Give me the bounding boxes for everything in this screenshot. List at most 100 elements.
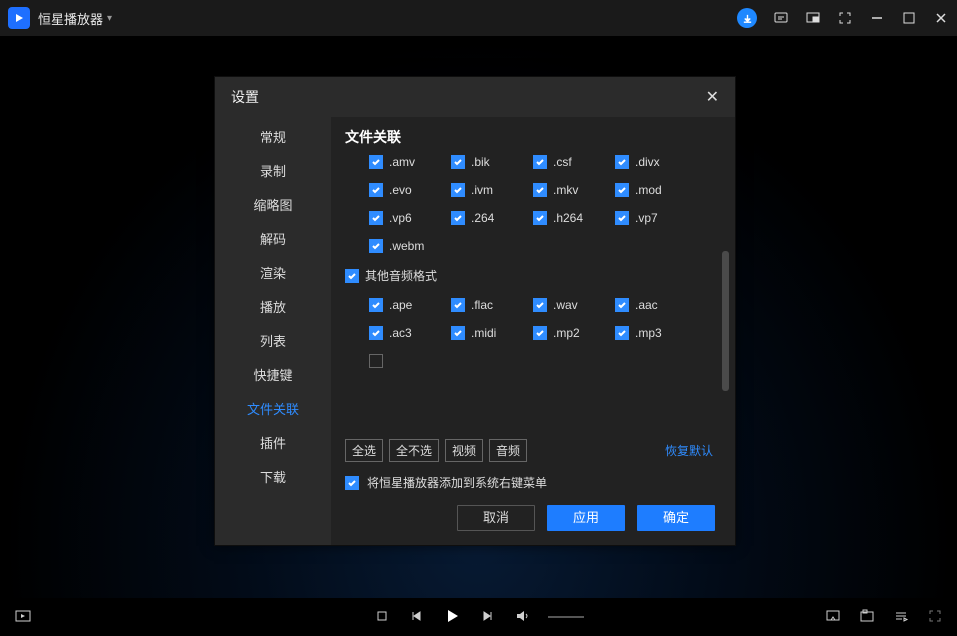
sidebar-item-playback[interactable]: 播放 [215,291,331,325]
assoc-row [345,354,715,368]
download-badge[interactable] [737,8,757,28]
prev-icon[interactable] [408,608,424,627]
sidebar-item-file-assoc[interactable]: 文件关联 [215,393,331,427]
sidebar-item-record[interactable]: 录制 [215,155,331,189]
assoc-row: .amv .bik .csf .divx [345,155,715,169]
checkbox[interactable] [369,239,383,253]
ext-label: .midi [471,326,496,340]
assoc-row: .ape .flac .wav .aac [345,298,715,312]
download-icon [742,13,753,24]
filter-row: 全选 全不选 视频 音频 恢复默认 [331,433,735,474]
snapshot-icon[interactable] [859,608,875,627]
dialog-body: 常规 录制 缩略图 解码 渲染 播放 列表 快捷键 文件关联 插件 下载 文件关… [215,117,735,545]
context-menu-label: 将恒星播放器添加到系统右键菜单 [367,474,547,491]
checkbox[interactable] [533,183,547,197]
checkbox[interactable] [369,155,383,169]
assoc-scroll: .amv .bik .csf .divx .evo .ivm .mkv .mod… [345,155,729,433]
dialog-header: 设置 ✕ [215,77,735,117]
filter-none-button[interactable]: 全不选 [389,439,439,462]
open-file-icon[interactable] [14,607,32,628]
filter-audio-button[interactable]: 音频 [489,439,527,462]
assoc-row: .webm [345,239,715,253]
ext-label: .mp2 [553,326,580,340]
sidebar-item-plugin[interactable]: 插件 [215,427,331,461]
dialog-title: 设置 [231,87,259,107]
checkbox[interactable] [369,326,383,340]
checkbox[interactable] [615,211,629,225]
ext-label: .evo [389,183,412,197]
checkbox[interactable] [451,183,465,197]
fullscreen-icon[interactable] [927,608,943,627]
sidebar-item-list[interactable]: 列表 [215,325,331,359]
ext-label: .mp3 [635,326,662,340]
checkbox[interactable] [345,476,359,490]
settings-dialog: 设置 ✕ 常规 录制 缩略图 解码 渲染 播放 列表 快捷键 文件关联 插件 下… [214,76,736,546]
minimize-icon[interactable] [869,10,885,26]
checkbox[interactable] [533,298,547,312]
sidebar-item-decode[interactable]: 解码 [215,223,331,257]
stop-icon[interactable] [374,608,390,627]
scrollbar-thumb[interactable] [722,251,729,391]
checkbox[interactable] [451,211,465,225]
checkbox[interactable] [533,326,547,340]
filter-all-button[interactable]: 全选 [345,439,383,462]
filter-video-button[interactable]: 视频 [445,439,483,462]
ext-label: .aac [635,298,658,312]
ext-label: .webm [389,239,424,253]
ext-label: .divx [635,155,660,169]
playlist-icon[interactable] [893,608,909,627]
ext-label: .vp6 [389,211,412,225]
checkbox[interactable] [615,326,629,340]
ext-label: .mod [635,183,662,197]
checkbox[interactable] [369,211,383,225]
cancel-button[interactable]: 取消 [457,505,535,531]
ext-label: .ape [389,298,412,312]
sidebar-item-render[interactable]: 渲染 [215,257,331,291]
sidebar-item-download[interactable]: 下载 [215,461,331,495]
volume-icon[interactable] [514,608,530,627]
checkbox[interactable] [451,155,465,169]
ext-label: .ivm [471,183,493,197]
checkbox[interactable] [451,326,465,340]
play-icon[interactable] [442,606,462,629]
checkbox[interactable] [615,155,629,169]
checkbox[interactable] [345,269,359,283]
app-logo [8,7,30,29]
pip-icon[interactable] [805,10,821,26]
checkbox[interactable] [369,183,383,197]
checkbox[interactable] [615,298,629,312]
next-icon[interactable] [480,608,496,627]
ext-label: .wav [553,298,578,312]
titlebar: 恒星播放器 ▾ [0,0,957,36]
apply-button[interactable]: 应用 [547,505,625,531]
ext-label: .mkv [553,183,578,197]
volume-slider[interactable] [548,616,584,618]
sidebar-item-shortcut[interactable]: 快捷键 [215,359,331,393]
feedback-icon[interactable] [773,10,789,26]
scrollbar-track[interactable] [721,155,729,393]
ok-button[interactable]: 确定 [637,505,715,531]
maximize-icon[interactable] [901,10,917,26]
ext-label: .bik [471,155,490,169]
close-icon[interactable] [933,10,949,26]
checkbox[interactable] [369,354,383,368]
title-actions [737,0,949,36]
checkbox[interactable] [451,298,465,312]
context-menu-row: 将恒星播放器添加到系统右键菜单 [331,474,735,505]
assoc-row: .ac3 .midi .mp2 .mp3 [345,326,715,340]
restore-default-link[interactable]: 恢复默认 [665,442,713,459]
sidebar-item-general[interactable]: 常规 [215,121,331,155]
checkbox[interactable] [533,155,547,169]
ext-label: .vp7 [635,211,658,225]
player-controls [0,598,957,636]
assoc-group-audio: 其他音频格式 [345,267,715,284]
checkbox[interactable] [615,183,629,197]
cast-icon[interactable] [825,608,841,627]
app-menu-chevron-icon[interactable]: ▾ [107,13,112,24]
checkbox[interactable] [533,211,547,225]
dialog-close-icon[interactable]: ✕ [706,87,719,107]
compact-icon[interactable] [837,10,853,26]
pane-title: 文件关联 [331,117,735,155]
checkbox[interactable] [369,298,383,312]
sidebar-item-thumbnail[interactable]: 缩略图 [215,189,331,223]
